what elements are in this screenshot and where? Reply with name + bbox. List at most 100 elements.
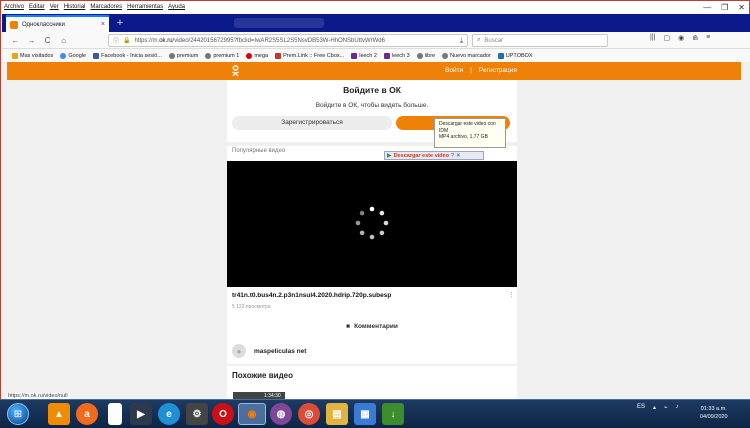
ok-favicon-icon	[10, 20, 18, 29]
channel-name: maspeliculas net	[254, 347, 307, 355]
tab-title: Одноклассники	[22, 21, 65, 28]
taskbar: ⊞ ▲ a ▶ e ⚙ O ◉ ◍ ◎ ▤ ▦ ↓ ES ▴ ⌁ ♪ 01:33…	[0, 399, 750, 428]
idm-tooltip: Descargar este video con IDM MP4 archivo…	[434, 118, 506, 148]
bookmark-premlink[interactable]: Prem.Link :: Free Cbox...	[275, 52, 344, 59]
menu-marcadores[interactable]: Marcadores	[90, 4, 122, 14]
login-title: Войдите в ОК	[343, 85, 401, 95]
tab-drag-preview	[234, 18, 324, 28]
hamburger-menu-icon[interactable]: ≡	[706, 34, 710, 42]
system-tray: ES ▴ ⌁ ♪	[637, 404, 679, 411]
media-player-icon[interactable]: ▶	[130, 403, 152, 425]
search-input[interactable]: ⌕ Buscar	[472, 34, 608, 47]
home-icon[interactable]: ⌂	[58, 35, 69, 46]
bookmark-mas-visitados[interactable]: Mas visitados	[12, 52, 53, 59]
network-icon[interactable]: ⌁	[664, 404, 668, 411]
bookmark-premium-1[interactable]: premium 1	[205, 52, 239, 59]
close-window-button[interactable]: ✕	[738, 3, 745, 12]
bookmark-libre[interactable]: libre	[416, 52, 435, 59]
tor-icon[interactable]: ◍	[270, 403, 292, 425]
page-content: Войти | Регистрация Войдите в ОК Войдите…	[2, 62, 750, 400]
menu-archivo[interactable]: Archivo	[4, 4, 24, 14]
avast-icon[interactable]: a	[76, 403, 98, 425]
bookmark-nuevo-marcador[interactable]: Nuevo marcador	[442, 52, 491, 59]
url-bar[interactable]: ⓘ 🔒 https://m.ok.ru/video/2442015672995?…	[108, 34, 468, 47]
google-icon	[60, 52, 67, 59]
comment-icon: ■	[346, 323, 351, 330]
back-icon[interactable]: ←	[10, 35, 21, 46]
tab-odnoklassniki[interactable]: Одноклассники ×	[6, 15, 109, 32]
lock-icon: 🔒	[123, 38, 131, 44]
show-hidden-icons-icon[interactable]: ▴	[653, 404, 656, 411]
idm-help-icon[interactable]: ?	[451, 153, 454, 159]
bookmark-leech-2[interactable]: leech 2	[351, 52, 377, 59]
channel-row[interactable]: ● maspeliculas net	[232, 344, 306, 358]
login-link[interactable]: Войти	[445, 67, 463, 74]
facebook-icon	[93, 52, 100, 59]
bookmark-leech-3[interactable]: leech 3	[383, 52, 410, 59]
vlc-icon[interactable]: ▲	[48, 403, 70, 425]
idm-download-panel[interactable]: ▶ Descargar este video ? ✕	[384, 151, 484, 160]
globe-icon	[205, 52, 212, 59]
video-title[interactable]: tr41n.t0.bus4n.2.p3n1nsul4.2020.hdrip.72…	[232, 292, 391, 299]
premlink-icon	[275, 52, 282, 59]
sidebar-icon[interactable]: ▢	[663, 34, 670, 42]
menu-historial[interactable]: Historial	[64, 4, 86, 14]
search-icon: ⌕	[477, 37, 481, 43]
ok-logo-icon[interactable]	[231, 65, 240, 80]
bookmark-uptobox[interactable]: UPTOBOX	[497, 52, 533, 59]
bookmark-google[interactable]: Google	[60, 52, 86, 59]
bookmark-facebook[interactable]: Facebook - Inicia sesió...	[93, 52, 162, 59]
account-icon[interactable]: ◉	[678, 34, 684, 42]
popular-videos-label: Популярные видео	[232, 148, 286, 154]
minimize-button[interactable]: —	[703, 3, 711, 12]
login-subtitle: Войдите в ОК, чтобы видеть больше.	[315, 102, 429, 109]
register-button[interactable]: Зарегистрироваться	[232, 116, 392, 130]
menu-herramientas[interactable]: Herramientas	[127, 4, 163, 14]
idm-tooltip-line3: MP4 archivo, 1,77 GB	[439, 134, 488, 140]
leech-icon	[351, 52, 358, 59]
browser-window: Archivo Editar Ver Historial Marcadores …	[0, 0, 750, 428]
tool-icon[interactable]: ⚙	[186, 403, 208, 425]
start-button[interactable]: ⊞	[7, 403, 29, 425]
library-icon[interactable]: |||	[650, 34, 655, 42]
forward-icon[interactable]: →	[26, 35, 37, 46]
maximize-button[interactable]: ❐	[721, 3, 728, 12]
mega-icon	[246, 52, 253, 59]
language-indicator[interactable]: ES	[637, 404, 645, 411]
tab-close-icon[interactable]: ×	[101, 21, 105, 28]
video-views: 5 122 просмотра	[232, 304, 271, 310]
extension-icon[interactable]: ⋒	[692, 34, 698, 42]
new-tab-button[interactable]: +	[114, 17, 126, 29]
globe-icon	[442, 52, 449, 59]
firefox-taskbar-button[interactable]: ◉	[238, 403, 266, 425]
menu-ver[interactable]: Ver	[50, 4, 59, 14]
bookmark-mega[interactable]: mega	[246, 52, 268, 59]
menu-ayuda[interactable]: Ayuda	[168, 4, 185, 14]
uptobox-icon	[497, 52, 504, 59]
app-icon[interactable]: ▦	[354, 403, 376, 425]
bookmark-premium[interactable]: premium	[168, 52, 198, 59]
globe-icon	[416, 52, 423, 59]
opera-icon[interactable]: O	[212, 403, 234, 425]
chrome-icon[interactable]: ◎	[298, 403, 320, 425]
menu-editar[interactable]: Editar	[29, 4, 45, 14]
notepad-icon[interactable]	[108, 403, 122, 425]
similar-videos-title: Похожие видео	[232, 371, 293, 380]
comments-button[interactable]: ■ Комментарии	[2, 323, 742, 330]
volume-icon[interactable]: ♪	[676, 404, 679, 411]
idm-download-button[interactable]: Descargar este video	[394, 153, 449, 159]
internet-explorer-icon[interactable]: e	[158, 403, 180, 425]
menu-bar: Archivo Editar Ver Historial Marcadores …	[4, 4, 185, 14]
clock[interactable]: 01:33 a.m. 04/09/2020	[700, 405, 728, 421]
window-controls: — ❐ ✕	[703, 3, 745, 12]
idm-tooltip-line1: Descargar este video con	[439, 121, 496, 127]
file-explorer-icon[interactable]: ▤	[326, 403, 348, 425]
more-options-icon[interactable]: ⋮	[508, 291, 515, 299]
register-link[interactable]: Регистрация	[479, 67, 517, 74]
tab-bar: Одноклассники × +	[2, 14, 750, 32]
download-icon[interactable]: ⤓	[456, 35, 467, 46]
idm-icon[interactable]: ↓	[382, 403, 404, 425]
idm-close-icon[interactable]: ✕	[456, 153, 461, 159]
reload-icon[interactable]: C	[42, 35, 53, 46]
site-info-icon[interactable]: ⓘ	[113, 36, 119, 45]
